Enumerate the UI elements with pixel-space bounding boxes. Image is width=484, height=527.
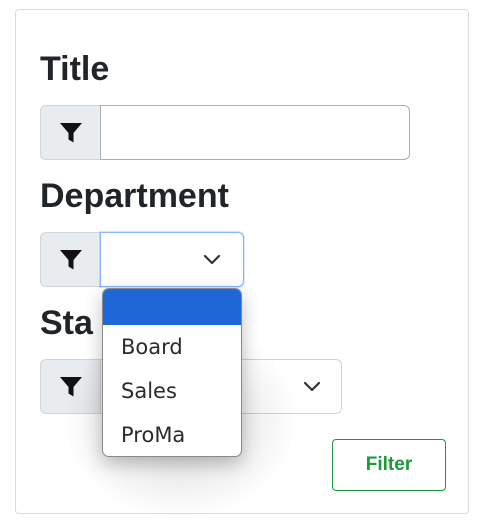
chevron-down-icon <box>203 254 221 264</box>
filter-funnel-icon <box>59 122 82 142</box>
filter-funnel-icon <box>59 249 82 269</box>
status-filter-addon <box>40 359 101 414</box>
dropdown-option-board[interactable]: Board <box>103 325 241 369</box>
title-label: Title <box>40 50 110 88</box>
dropdown-option-empty[interactable] <box>103 289 241 325</box>
dropdown-option-sales[interactable]: Sales <box>103 369 241 413</box>
chevron-down-icon <box>303 381 321 391</box>
title-filter-addon <box>40 105 101 160</box>
department-label: Department <box>40 177 229 215</box>
dropdown-option-proma[interactable]: ProMa <box>103 413 241 456</box>
title-input[interactable] <box>100 105 410 160</box>
department-select[interactable] <box>100 232 244 287</box>
department-dropdown-list: Board Sales ProMa <box>102 288 242 457</box>
status-label: Sta <box>40 304 93 342</box>
filter-funnel-icon <box>59 376 82 396</box>
department-filter-addon <box>40 232 101 287</box>
filter-button[interactable]: Filter <box>332 439 446 491</box>
